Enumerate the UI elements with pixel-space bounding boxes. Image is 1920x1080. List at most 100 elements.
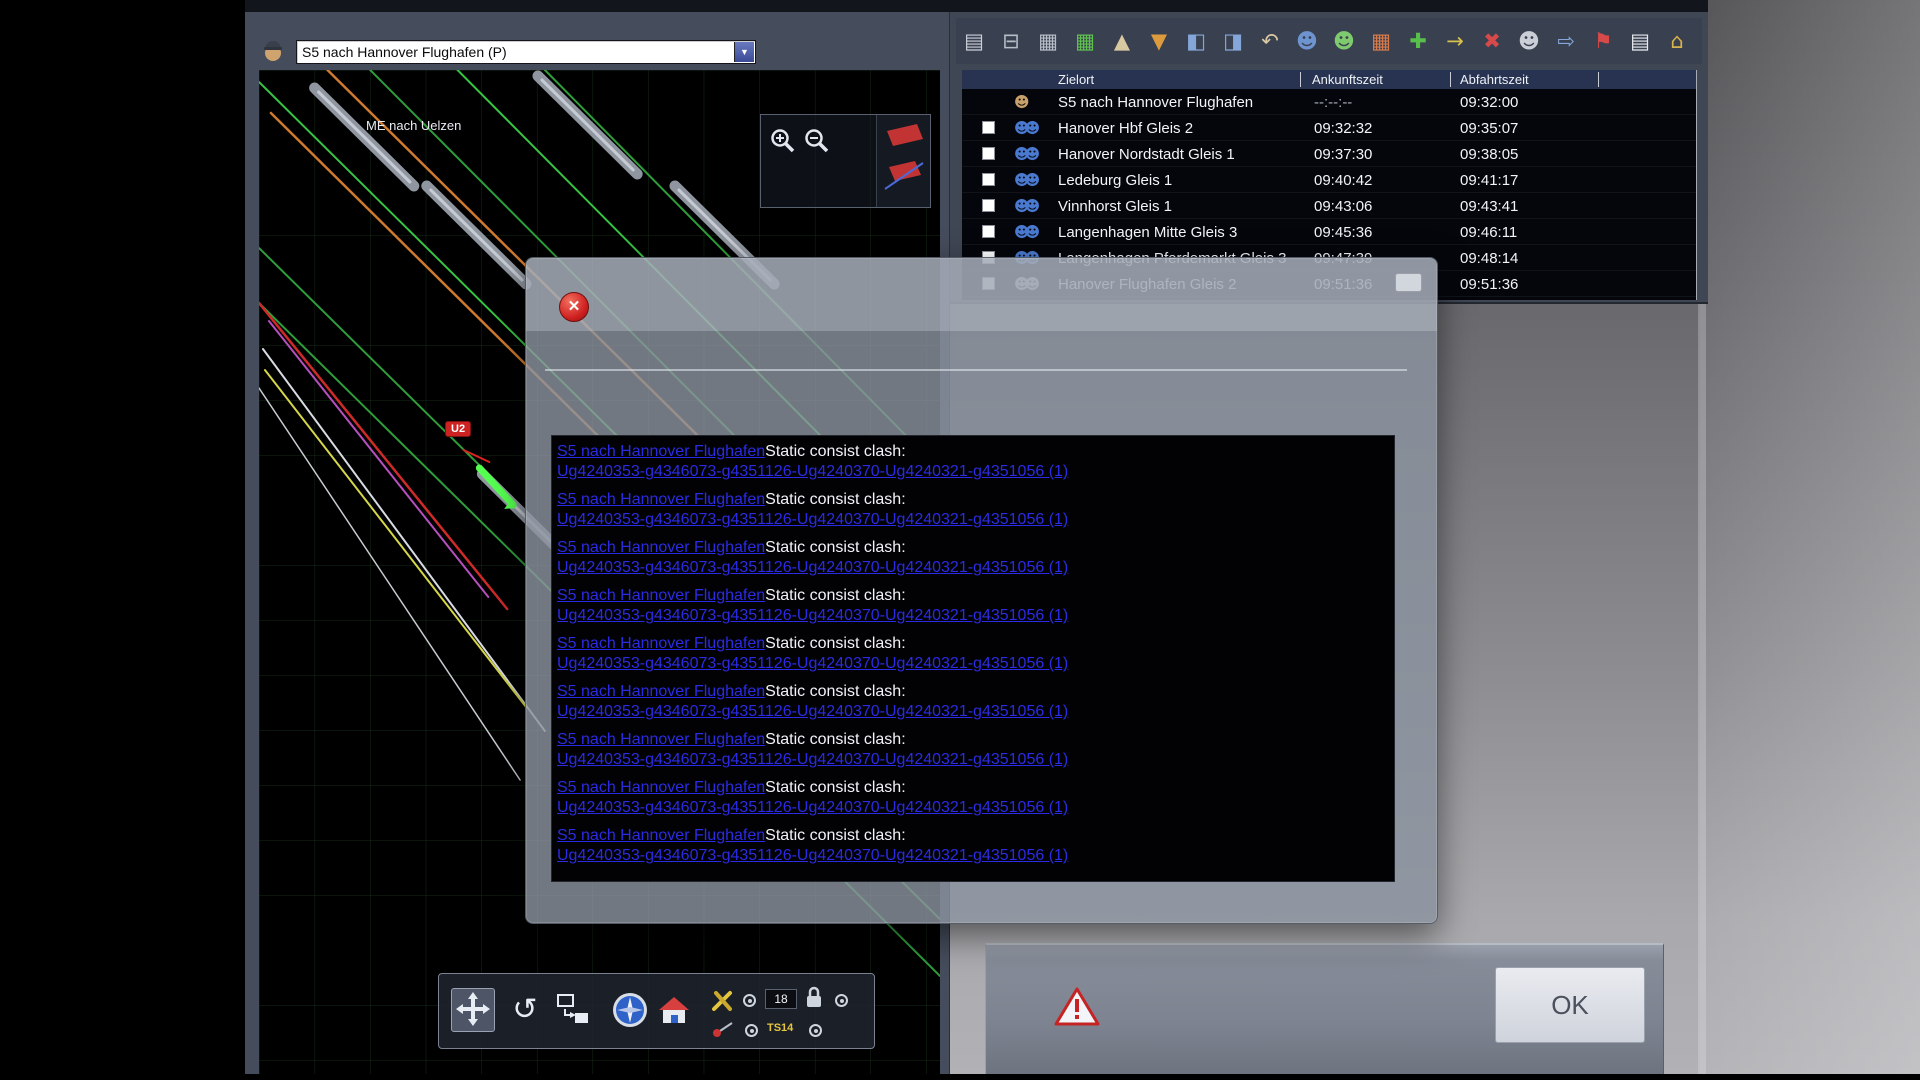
consist-icon[interactable]: ▦ [1367,25,1395,57]
row-checkbox[interactable] [982,199,995,212]
train-marker-u2[interactable]: U2 [446,422,470,436]
timetable-row[interactable]: ☻ S5 nach Hannover Flughafen --:--:-- 09… [962,89,1696,115]
remove-service-icon[interactable]: ✖ [1478,25,1506,57]
consist-link[interactable]: Ug4240353-g4346073-g4351126-Ug4240370-Ug… [557,606,1068,626]
abfahrtszeit-cell: 09:38:05 [1460,146,1518,163]
zoom-in-button[interactable] [769,127,797,155]
abfahrtszeit-cell: 09:41:17 [1460,172,1518,189]
portal-icon[interactable]: ⇨ [1552,25,1580,57]
rotate-mode-button[interactable]: ↺ [503,988,547,1032]
driver-avatar-icon [261,38,285,64]
compass-view-button[interactable] [611,991,649,1029]
zoom-level-value[interactable]: 18 [765,989,797,1009]
timetable-row[interactable]: ☻☻ Hanover Hbf Gleis 2 09:32:32 09:35:07 [962,115,1696,141]
marker-pin-icon[interactable] [711,1020,735,1038]
jump-view-button[interactable] [551,988,595,1032]
service-link[interactable]: S5 nach Hannover Flughafen [557,683,765,700]
service-link[interactable]: S5 nach Hannover Flughafen [557,443,765,460]
zoom-out-button[interactable] [803,127,831,155]
toggle-knob[interactable] [809,1024,822,1037]
close-icon[interactable]: ✕ [559,292,589,322]
service-link[interactable]: S5 nach Hannover Flughafen [557,731,765,748]
column-divider [1598,72,1599,87]
row-checkbox[interactable] [982,173,995,186]
scene-light-band [1700,0,1920,1080]
row-checkbox[interactable] [982,225,995,238]
clash-label: Static consist clash: [765,683,906,700]
clash-label: Static consist clash: [765,731,906,748]
abfahrtszeit-cell: 09:43:41 [1460,198,1518,215]
column-header-abfahrtszeit: Abfahrtszeit [1460,72,1529,87]
service-link[interactable]: S5 nach Hannover Flughafen [557,779,765,796]
consist-link[interactable]: Ug4240353-g4346073-g4351126-Ug4240370-Ug… [557,846,1068,866]
driver-icon: ☻ [1014,93,1025,111]
toggle-knob[interactable] [745,1024,758,1037]
driver-icon[interactable]: ☻ [1293,25,1321,57]
timetable-row[interactable]: ☻☻ Langenhagen Mitte Gleis 3 09:45:36 09… [962,219,1696,245]
toolbar-icons: ▤ ⊟ ▦ ▦ ▲ ▼ ◧ ◨ ↶ ☻ ☻ ▦ ✚ → ✖ ☻ [956,18,1702,64]
add-service-icon[interactable]: ✚ [1404,25,1432,57]
row-checkbox[interactable] [982,147,995,160]
clash-label: Static consist clash: [765,491,906,508]
delete-icon[interactable]: ⊟ [997,25,1025,57]
assign-driver-icon[interactable]: ☻ [1330,25,1358,57]
flag-icon[interactable]: ⚑ [1589,25,1617,57]
column-divider [1300,72,1301,87]
toggle-knob[interactable] [743,994,756,1007]
move-down-icon[interactable]: ▼ [1145,25,1173,57]
timetable-row[interactable]: ☻☻ Ledeburg Gleis 1 09:40:42 09:41:17 [962,167,1696,193]
alert-panel: OK [985,943,1664,1074]
consist-link[interactable]: Ug4240353-g4346073-g4351126-Ug4240370-Ug… [557,750,1068,770]
find-service-icon[interactable]: ☻ [1515,25,1543,57]
row-checkbox[interactable] [982,121,995,134]
ok-button[interactable]: OK [1495,967,1645,1043]
move-up-icon[interactable]: ▲ [1108,25,1136,57]
ankunftszeit-cell: 09:40:42 [1314,172,1372,189]
service-link[interactable]: S5 nach Hannover Flughafen [557,539,765,556]
error-message: S5 nach Hannover FlughafenStatic consist… [557,778,1394,826]
save-icon[interactable]: ▤ [960,25,988,57]
insert-after-icon[interactable]: ◨ [1219,25,1247,57]
timetable-row[interactable]: ☻☻ Vinnhorst Gleis 1 09:43:06 09:43:41 [962,193,1696,219]
lock-icon[interactable] [805,984,823,1010]
home-view-button[interactable] [655,991,693,1029]
undo-icon[interactable]: ↶ [1256,25,1284,57]
error-message: S5 nach Hannover FlughafenStatic consist… [557,682,1394,730]
error-message: S5 nach Hannover FlughafenStatic consist… [557,730,1394,778]
dialog-scrollbar-thumb[interactable] [1395,273,1422,292]
insert-before-icon[interactable]: ◧ [1182,25,1210,57]
toggle-knob[interactable] [835,994,848,1007]
service-selector-value: S5 nach Hannover Flughafen (P) [302,44,507,60]
dialog-divider [545,369,1407,371]
keypad-icon[interactable]: ▤ [1626,25,1654,57]
service-link[interactable]: S5 nach Hannover Flughafen [557,491,765,508]
service-selector[interactable]: S5 nach Hannover Flughafen (P) ▼ [296,40,756,64]
column-header-zielort: Zielort [1058,72,1094,87]
layer-label: TS14 [767,1022,793,1034]
service-link[interactable]: S5 nach Hannover Flughafen [557,635,765,652]
service-link[interactable]: S5 nach Hannover Flughafen [557,587,765,604]
error-message: S5 nach Hannover FlughafenStatic consist… [557,586,1394,634]
pan-mode-button[interactable] [451,988,495,1032]
consist-link[interactable]: Ug4240353-g4346073-g4351126-Ug4240370-Ug… [557,798,1068,818]
grid-icon[interactable]: ▦ [1034,25,1062,57]
consist-link[interactable]: Ug4240353-g4346073-g4351126-Ug4240370-Ug… [557,702,1068,722]
ankunftszeit-cell: 09:45:36 [1314,224,1372,241]
abfahrtszeit-cell: 09:48:14 [1460,250,1518,267]
consist-link[interactable]: Ug4240353-g4346073-g4351126-Ug4240370-Ug… [557,558,1068,578]
service-link[interactable]: S5 nach Hannover Flughafen [557,827,765,844]
clash-label: Static consist clash: [765,587,906,604]
consist-link[interactable]: Ug4240353-g4346073-g4351126-Ug4240370-Ug… [557,654,1068,674]
map-toolbar: ↺ 18 TS14 [438,973,875,1049]
reverse-service-icon[interactable]: → [1441,25,1469,57]
minimap[interactable] [876,115,930,207]
abfahrtszeit-cell: 09:35:07 [1460,120,1518,137]
timetable-row[interactable]: ☻☻ Hanover Nordstadt Gleis 1 09:37:30 09… [962,141,1696,167]
depot-icon[interactable]: ⌂ [1663,25,1691,57]
tools-icon[interactable] [711,988,735,1012]
ankunftszeit-cell: 09:32:32 [1314,120,1372,137]
grid-active-icon[interactable]: ▦ [1071,25,1099,57]
chevron-down-icon[interactable]: ▼ [734,42,754,62]
consist-link[interactable]: Ug4240353-g4346073-g4351126-Ug4240370-Ug… [557,510,1068,530]
consist-link[interactable]: Ug4240353-g4346073-g4351126-Ug4240370-Ug… [557,462,1068,482]
